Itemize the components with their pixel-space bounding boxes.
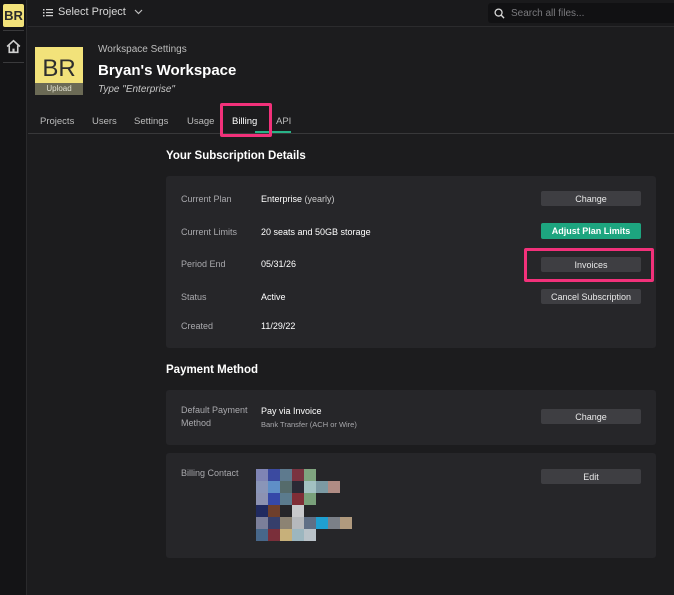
status-value: Active: [261, 292, 286, 302]
current-limits-value: 20 seats and 50GB storage: [261, 227, 371, 237]
period-end-value: 05/31/26: [261, 259, 297, 269]
redacted-contact-image: [256, 469, 360, 545]
divider: [3, 30, 24, 31]
payment-title: Payment Method: [166, 364, 259, 376]
divider: [3, 62, 24, 63]
workspace-type: Type "Enterprise": [98, 84, 175, 95]
workspace-badge[interactable]: BR: [3, 4, 24, 27]
select-project-dropdown[interactable]: Select Project: [43, 6, 143, 18]
home-icon[interactable]: [5, 38, 22, 55]
current-limits-label: Current Limits: [181, 227, 238, 237]
edit-contact-button[interactable]: Edit: [541, 469, 641, 484]
tab-billing[interactable]: Billing: [232, 116, 257, 127]
settings-tabs: Projects Users Settings Usage Billing AP…: [28, 106, 674, 134]
status-label: Status: [181, 292, 207, 302]
created-value: 11/29/22: [261, 321, 296, 331]
search-icon: [494, 7, 505, 19]
avatar-initials: BR: [42, 55, 76, 82]
list-icon: [43, 8, 53, 16]
payment-method-detail: Bank Transfer (ACH or Wire): [261, 420, 357, 429]
tab-api[interactable]: API: [276, 116, 291, 127]
payment-method-card: Default Payment Method Pay via Invoice B…: [166, 390, 656, 445]
plan-name: Enterprise: [261, 194, 303, 204]
search-input[interactable]: [511, 7, 671, 19]
plan-period: (yearly): [304, 194, 335, 204]
tab-users[interactable]: Users: [92, 116, 117, 127]
tab-settings[interactable]: Settings: [134, 116, 168, 127]
period-end-label: Period End: [181, 259, 226, 269]
invoices-button[interactable]: Invoices: [541, 257, 641, 272]
billing-contact-card: Billing Contact Edit: [166, 453, 656, 558]
select-project-label: Select Project: [58, 6, 126, 18]
current-plan-label: Current Plan: [181, 194, 232, 204]
active-tab-indicator: [255, 131, 291, 133]
tab-usage[interactable]: Usage: [187, 116, 214, 127]
default-payment-label: Default Payment: [181, 405, 248, 415]
change-plan-button[interactable]: Change: [541, 191, 641, 206]
chevron-down-icon: [134, 9, 143, 15]
top-bar: Select Project: [28, 0, 674, 27]
workspace-name: Bryan's Workspace: [98, 62, 237, 79]
workspace-settings-label: Workspace Settings: [98, 44, 187, 55]
left-rail: BR: [0, 0, 27, 595]
search-box[interactable]: [488, 3, 674, 23]
change-payment-button[interactable]: Change: [541, 409, 641, 424]
default-payment-label: Method: [181, 418, 212, 428]
billing-contact-label: Billing Contact: [181, 468, 239, 478]
tab-projects[interactable]: Projects: [40, 116, 74, 127]
adjust-plan-limits-button[interactable]: Adjust Plan Limits: [541, 223, 641, 239]
payment-method-value: Pay via Invoice: [261, 406, 322, 416]
subscription-card: Current Plan Enterprise (yearly) Change …: [166, 176, 656, 348]
workspace-avatar[interactable]: BR Upload: [35, 47, 83, 95]
upload-button[interactable]: Upload: [35, 83, 83, 95]
cancel-subscription-button[interactable]: Cancel Subscription: [541, 289, 641, 304]
current-plan-value: Enterprise (yearly): [261, 194, 335, 204]
subscription-title: Your Subscription Details: [166, 150, 306, 162]
created-label: Created: [181, 321, 214, 331]
